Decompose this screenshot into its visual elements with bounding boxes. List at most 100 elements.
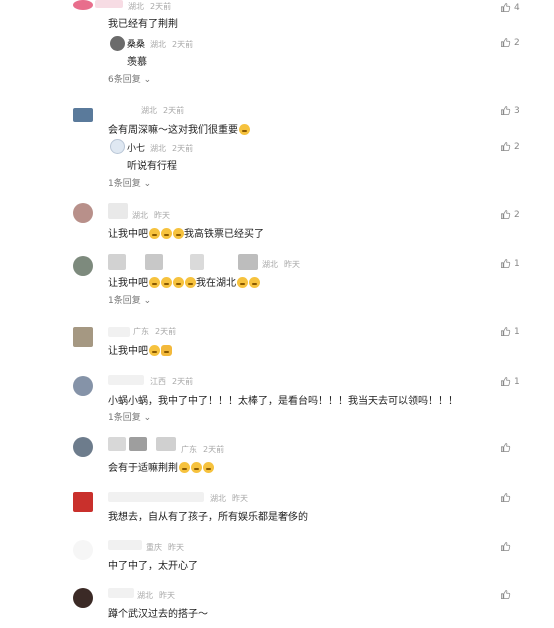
like-button[interactable]	[500, 492, 514, 503]
username-blur	[108, 437, 126, 451]
username-blur	[108, 588, 134, 598]
avatar[interactable]	[73, 492, 93, 512]
comment-text-part: 让我中吧	[108, 229, 148, 240]
view-replies-label: 1条回复	[108, 296, 141, 306]
thumbs-up-icon	[500, 141, 511, 152]
like-count: 4	[514, 2, 520, 13]
username-blur	[129, 437, 147, 451]
comment-region: 湖北	[132, 211, 148, 220]
thumbs-up-icon	[500, 326, 511, 337]
reply-meta: 湖北 2天前	[150, 39, 199, 50]
like-count: 1	[514, 258, 520, 269]
emoji-icon	[202, 462, 214, 473]
comment-region: 湖北	[210, 494, 226, 503]
like-count: 2	[514, 209, 520, 220]
like-button[interactable]	[500, 541, 514, 552]
comment-text-part-2: 我高铁票已经买了	[184, 229, 264, 240]
avatar[interactable]	[73, 203, 93, 223]
comment-region: 广东	[181, 445, 197, 454]
comment-time: 2天前	[150, 2, 172, 11]
like-button[interactable]: 1	[500, 326, 520, 337]
thumbs-up-icon	[500, 37, 511, 48]
comment-region: 湖北	[262, 260, 278, 269]
thumbs-up-icon	[500, 105, 511, 116]
comment-region: 重庆	[146, 543, 162, 552]
avatar[interactable]	[73, 327, 93, 347]
emoji-icon	[160, 345, 172, 356]
reply-username[interactable]: 小七	[127, 141, 145, 154]
username-blur	[108, 203, 128, 219]
reply-text: 听说有行程	[127, 161, 177, 172]
thumbs-up-icon	[500, 589, 511, 600]
comment-text-part-2: 我在湖北	[196, 278, 236, 289]
like-button[interactable]	[500, 442, 514, 453]
comment-meta: 湖北 2天前	[141, 105, 190, 116]
view-replies-button[interactable]: 1条回复 ⌄	[108, 293, 151, 306]
view-replies-button[interactable]: 6条回复 ⌄	[108, 72, 151, 85]
avatar[interactable]	[73, 108, 93, 122]
comment-text: 我已经有了荆荆	[108, 19, 178, 30]
like-button[interactable]: 4	[500, 2, 520, 13]
comment-text: 会有于适嘛荆荆	[108, 459, 214, 474]
emoji-icon	[172, 277, 184, 288]
avatar[interactable]	[73, 540, 93, 560]
reply-time: 2天前	[172, 144, 194, 153]
thumbs-up-icon	[500, 209, 511, 220]
comment-text-part: 让我中吧	[108, 278, 148, 289]
avatar[interactable]	[73, 0, 93, 10]
reply-region: 湖北	[150, 40, 166, 49]
thumbs-up-icon	[500, 442, 511, 453]
comment-text: 我想去，自从有了孩子，所有娱乐都是奢侈的	[108, 512, 308, 523]
username-blur	[108, 375, 144, 385]
emoji-icon	[178, 462, 190, 473]
username-blur	[190, 254, 204, 270]
like-count: 3	[514, 105, 520, 116]
view-replies-button[interactable]: 1条回复 ⌄	[108, 410, 151, 423]
reply-like-button[interactable]: 2	[500, 37, 520, 48]
reply-time: 2天前	[172, 40, 194, 49]
comment-time: 昨天	[159, 591, 175, 600]
comment-text: 让我中吧 我在湖北	[108, 274, 260, 289]
comment-time: 2天前	[163, 106, 185, 115]
like-button[interactable]: 1	[500, 376, 520, 387]
avatar[interactable]	[73, 588, 93, 608]
comment-meta: 湖北 2天前	[128, 1, 177, 12]
like-count: 1	[514, 326, 520, 337]
comment-time: 昨天	[168, 543, 184, 552]
reply-avatar[interactable]	[110, 139, 125, 154]
reply-like-button[interactable]: 2	[500, 141, 520, 152]
like-button[interactable]	[500, 589, 514, 600]
thumbs-up-icon	[500, 258, 511, 269]
comment-meta: 湖北 昨天	[132, 210, 176, 221]
avatar[interactable]	[73, 437, 93, 457]
comment-region: 江西	[150, 377, 166, 386]
reply-meta: 湖北 2天前	[150, 143, 199, 154]
comment-region: 湖北	[128, 2, 144, 11]
chevron-down-icon: ⌄	[143, 179, 152, 189]
username-blur	[238, 254, 258, 270]
emoji-icon	[172, 228, 184, 239]
view-replies-label: 1条回复	[108, 413, 141, 423]
reply-username[interactable]: 桑桑	[127, 37, 145, 50]
emoji-icon	[248, 277, 260, 288]
view-replies-button[interactable]: 1条回复 ⌄	[108, 176, 151, 189]
reply-region: 湖北	[150, 144, 166, 153]
username-blur	[108, 327, 130, 337]
like-button[interactable]: 3	[500, 105, 520, 116]
avatar[interactable]	[73, 376, 93, 396]
reply-avatar[interactable]	[110, 36, 125, 51]
username-blur	[108, 492, 204, 502]
avatar[interactable]	[73, 256, 93, 276]
comment-meta: 湖北 昨天	[262, 259, 306, 270]
like-count: 1	[514, 376, 520, 387]
comment-meta: 广东 2天前	[133, 326, 182, 337]
comment-meta: 重庆 昨天	[146, 542, 190, 553]
like-button[interactable]: 1	[500, 258, 520, 269]
reply-like-count: 2	[514, 37, 520, 48]
like-button[interactable]: 2	[500, 209, 520, 220]
thumbs-up-icon	[500, 376, 511, 387]
emoji-icon	[148, 228, 160, 239]
reply-like-count: 2	[514, 141, 520, 152]
username-blur	[145, 254, 163, 270]
comment-meta: 广东 2天前	[181, 444, 230, 455]
